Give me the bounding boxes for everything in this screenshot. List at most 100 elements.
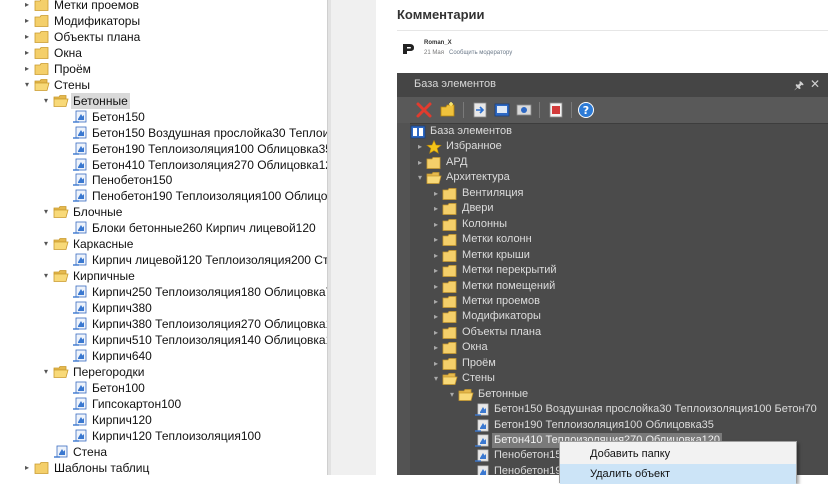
- tree-row[interactable]: ▸ Модификаторы: [0, 13, 327, 29]
- tree-row[interactable]: Бетон150: [0, 109, 327, 125]
- collapse-arrow-icon[interactable]: ▾: [41, 364, 51, 380]
- tree-row[interactable]: ▸ Метки крыши: [410, 248, 828, 263]
- tree-row[interactable]: Кирпич120 Теплоизоляция100: [0, 428, 327, 444]
- expand-arrow-icon[interactable]: ▸: [431, 186, 441, 201]
- tree-row[interactable]: ▸ Окна: [0, 45, 327, 61]
- expand-arrow-icon[interactable]: ▸: [22, 45, 32, 61]
- collapse-arrow-icon[interactable]: ▾: [41, 93, 51, 109]
- export-icon[interactable]: [493, 101, 511, 119]
- expand-arrow-icon[interactable]: ▸: [431, 325, 441, 340]
- expand-arrow-icon[interactable]: ▸: [431, 279, 441, 294]
- tree-row[interactable]: База элементов: [410, 124, 828, 139]
- expand-arrow-icon[interactable]: ▸: [431, 294, 441, 309]
- tree-row[interactable]: ▸ Проём: [0, 61, 327, 77]
- tree-row[interactable]: Бетон100: [0, 380, 327, 396]
- collapse-arrow-icon[interactable]: ▾: [41, 268, 51, 284]
- expand-arrow-icon[interactable]: ▸: [415, 155, 425, 170]
- tree-row[interactable]: Блоки бетонные260 Кирпич лицевой120: [0, 220, 327, 236]
- tree-row[interactable]: Бетон150 Воздушная прослойка30 Теплоизол…: [410, 402, 828, 417]
- tree-row[interactable]: ▸ Колонны: [410, 217, 828, 232]
- tree-row[interactable]: ▾ Кирпичные: [0, 268, 327, 284]
- context-menu-item[interactable]: Удалить объект: [560, 464, 796, 484]
- delete-icon[interactable]: [415, 101, 433, 119]
- expand-arrow-icon[interactable]: ▸: [431, 217, 441, 232]
- tree-row[interactable]: Кирпич380: [0, 300, 327, 316]
- tree-row[interactable]: Кирпич380 Теплоизоляция270 Облицовка125: [0, 316, 327, 332]
- left-tree-scrollbar[interactable]: [328, 0, 331, 475]
- tree-row[interactable]: ▸ Вентиляция: [410, 186, 828, 201]
- collapse-arrow-icon[interactable]: ▾: [447, 387, 457, 402]
- tree-row[interactable]: ▸ АРД: [410, 155, 828, 170]
- tree-row[interactable]: ▾ Стены: [410, 371, 828, 386]
- new-folder-icon[interactable]: [439, 101, 457, 119]
- tree-row-label: Модификаторы: [462, 310, 541, 323]
- wall-element-icon: [73, 253, 87, 266]
- collapse-arrow-icon[interactable]: ▾: [431, 371, 441, 386]
- tree-row[interactable]: Кирпич640: [0, 348, 327, 364]
- tree-row[interactable]: ▾ Бетонные: [410, 387, 828, 402]
- tree-row[interactable]: ▸ Модификаторы: [410, 309, 828, 324]
- expand-arrow-icon[interactable]: ▸: [22, 460, 32, 475]
- avatar[interactable]: [401, 42, 415, 56]
- element-base-tree[interactable]: База элементов ▸ Избранное ▸ АРД ▾ Архитектура…: [410, 123, 828, 475]
- expand-arrow-icon[interactable]: ▸: [415, 139, 425, 154]
- element-library-tree[interactable]: ▸ Метки проемов ▸ Модификаторы ▸ Объекты план…: [0, 0, 328, 475]
- expand-arrow-icon[interactable]: ▸: [22, 0, 32, 13]
- tree-row[interactable]: ▾ Перегородки: [0, 364, 327, 380]
- tree-row[interactable]: Пенобетон150: [0, 172, 327, 188]
- collapse-arrow-icon[interactable]: ▾: [22, 77, 32, 93]
- tree-row[interactable]: ▸ Окна: [410, 340, 828, 355]
- wall-element-icon: [73, 285, 87, 298]
- tree-row[interactable]: ▾ Стены: [0, 77, 327, 93]
- import-icon[interactable]: [471, 101, 489, 119]
- expand-arrow-icon[interactable]: ▸: [431, 232, 441, 247]
- tree-row[interactable]: ▸ Проём: [410, 356, 828, 371]
- collapse-arrow-icon[interactable]: ▾: [41, 204, 51, 220]
- expand-arrow-icon[interactable]: ▸: [22, 29, 32, 45]
- expand-arrow-icon[interactable]: ▸: [22, 13, 32, 29]
- tree-row[interactable]: ▾ Каркасные: [0, 236, 327, 252]
- tree-row[interactable]: Бетон190 Теплоизоляция100 Облицовка35: [0, 141, 327, 157]
- pin-icon[interactable]: 🖈: [794, 77, 804, 96]
- report-moderator-link[interactable]: Сообщить модератору: [449, 50, 512, 56]
- tree-row[interactable]: Бетон150 Воздушная прослойка30 Теплоизол…: [0, 125, 327, 141]
- tree-row[interactable]: ▾ Бетонные: [0, 92, 327, 109]
- context-menu-item[interactable]: Добавить папку: [560, 444, 796, 464]
- tree-row[interactable]: ▸ Метки колонн: [410, 232, 828, 247]
- help-icon[interactable]: ?: [577, 101, 595, 119]
- tree-row[interactable]: ▸ Объекты плана: [410, 325, 828, 340]
- gallery-icon[interactable]: [515, 101, 533, 119]
- tree-row[interactable]: ▸ Избранное: [410, 139, 828, 155]
- tree-row[interactable]: ▸ Метки проемов: [0, 0, 327, 13]
- expand-arrow-icon[interactable]: ▸: [431, 340, 441, 355]
- tree-row[interactable]: ▸ Метки перекрытий: [410, 263, 828, 278]
- collapse-arrow-icon[interactable]: ▾: [415, 170, 425, 185]
- collapse-arrow-icon[interactable]: ▾: [41, 236, 51, 252]
- tree-row[interactable]: Гипсокартон100: [0, 396, 327, 412]
- tree-row[interactable]: ▸ Объекты плана: [0, 29, 327, 45]
- tree-row[interactable]: Кирпич лицевой120 Теплоизоляция200 Стено…: [0, 252, 327, 268]
- tree-row[interactable]: ▾ Архитектура: [410, 170, 828, 185]
- tree-row-label: Бетон100: [92, 380, 145, 395]
- properties-icon[interactable]: [547, 101, 565, 119]
- tree-row[interactable]: Пенобетон190 Теплоизоляция100 Облицовка3…: [0, 188, 327, 204]
- expand-arrow-icon[interactable]: ▸: [431, 201, 441, 216]
- expand-arrow-icon[interactable]: ▸: [431, 309, 441, 324]
- tree-row[interactable]: ▸ Метки помещений: [410, 279, 828, 294]
- comment-author[interactable]: Roman_X: [424, 40, 452, 46]
- expand-arrow-icon[interactable]: ▸: [431, 248, 441, 263]
- tree-row[interactable]: Кирпич510 Теплоизоляция140 Облицовка125: [0, 332, 327, 348]
- tree-row[interactable]: ▾ Блочные: [0, 204, 327, 220]
- tree-row[interactable]: Стена: [0, 444, 327, 460]
- tree-row[interactable]: Бетон190 Теплоизоляция100 Облицовка35: [410, 418, 828, 433]
- tree-row[interactable]: Бетон410 Теплоизоляция270 Облицовка120: [0, 157, 327, 173]
- tree-row[interactable]: Кирпич250 Теплоизоляция180 Облицовка70: [0, 284, 327, 300]
- close-icon[interactable]: ✕: [810, 77, 820, 91]
- tree-row[interactable]: Кирпич120: [0, 412, 327, 428]
- expand-arrow-icon[interactable]: ▸: [22, 61, 32, 77]
- tree-row[interactable]: ▸ Метки проемов: [410, 294, 828, 309]
- expand-arrow-icon[interactable]: ▸: [431, 356, 441, 371]
- tree-row[interactable]: ▸ Двери: [410, 201, 828, 216]
- expand-arrow-icon[interactable]: ▸: [431, 263, 441, 278]
- tree-row[interactable]: ▸ Шаблоны таблиц: [0, 460, 327, 475]
